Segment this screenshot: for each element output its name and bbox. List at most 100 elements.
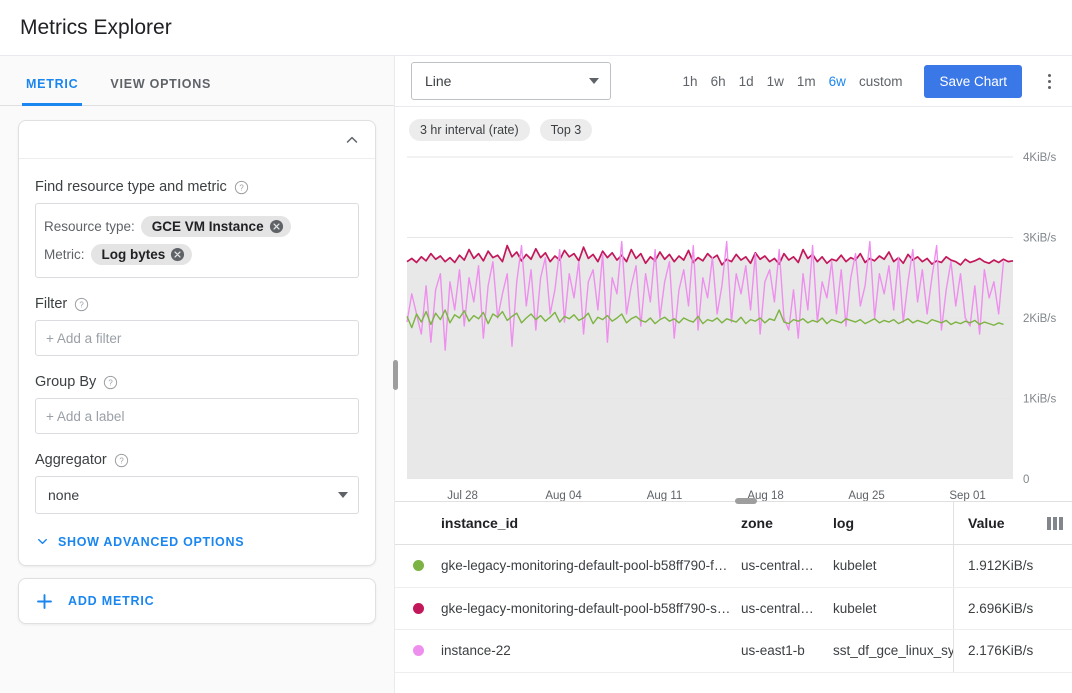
series-color-dot — [412, 645, 424, 657]
metric-chip-label: Log bytes — [101, 246, 166, 262]
chart-area[interactable]: 0 1KiB/s 2KiB/s 3KiB/s 4KiB/s Jul 28 Aug 04 Aug… — [395, 149, 1072, 501]
header-zone[interactable]: zone — [741, 515, 833, 531]
chart-type-value: Line — [425, 73, 452, 89]
add-metric-label: ADD METRIC — [68, 594, 155, 608]
range-1d[interactable]: 1d — [739, 74, 754, 89]
filter-input[interactable]: + Add a filter — [35, 320, 359, 356]
aggregator-select[interactable]: none — [35, 476, 359, 514]
table-header-row: instance_id zone log Value — [395, 502, 1072, 545]
resource-type-key: Resource type: — [44, 218, 135, 234]
chart-table-divider — [395, 498, 1072, 504]
cell-value: 2.176KiB/s — [953, 630, 1038, 672]
chart-toolbar: Line 1h 6h 1d 1w 1m 6w custom Save Chart — [395, 56, 1072, 107]
chart-type-select[interactable]: Line — [411, 62, 611, 100]
group-by-label: Group By — [35, 374, 97, 390]
cell-zone: us-central… — [741, 600, 814, 616]
find-resource-label-row: Find resource type and metric ? — [35, 179, 359, 195]
svg-text:1KiB/s: 1KiB/s — [1023, 394, 1056, 406]
resource-type-row: Resource type: GCE VM Instance — [44, 213, 350, 239]
resource-type-chip[interactable]: GCE VM Instance — [140, 215, 291, 237]
add-metric-button[interactable]: ADD METRIC — [18, 578, 376, 624]
table-body: gke-legacy-monitoring-default-pool-b58ff… — [395, 545, 1072, 673]
svg-text:?: ? — [80, 300, 85, 309]
cell-log: kubelet — [833, 600, 877, 616]
badge-interval: 3 hr interval (rate) — [409, 119, 530, 141]
right-chart-panel: Line 1h 6h 1d 1w 1m 6w custom Save Chart… — [395, 56, 1072, 693]
column-settings-icon[interactable] — [1038, 516, 1072, 530]
close-icon[interactable] — [170, 247, 185, 262]
range-6w[interactable]: 6w — [829, 74, 846, 89]
time-range-selector: 1h 6h 1d 1w 1m 6w custom — [683, 74, 903, 89]
help-icon[interactable]: ? — [74, 297, 89, 312]
table-row[interactable]: instance-22 us-east1-b sst_df_gce_linux_sy… — [395, 630, 1072, 673]
group-by-placeholder: + Add a label — [46, 408, 125, 424]
header-log[interactable]: log — [833, 515, 953, 531]
metric-chip[interactable]: Log bytes — [90, 243, 193, 265]
more-options-icon[interactable] — [1038, 67, 1060, 95]
svg-text:3KiB/s: 3KiB/s — [1023, 233, 1056, 245]
range-1w[interactable]: 1w — [767, 74, 784, 89]
svg-text:0: 0 — [1023, 474, 1029, 486]
cell-zone: us-central… — [741, 558, 814, 574]
metrics-explorer-app: Metrics Explorer METRIC VIEW OPTIONS Fin… — [0, 0, 1072, 693]
chart-resize-handle[interactable] — [735, 498, 757, 504]
table-row[interactable]: gke-legacy-monitoring-default-pool-b58ff… — [395, 587, 1072, 630]
series-table: instance_id zone log Value gke-legacy-mo… — [395, 502, 1072, 693]
series-color-dot — [412, 602, 424, 614]
filter-label: Filter — [35, 296, 68, 312]
cell-instance-id: instance-22 — [441, 643, 511, 659]
tab-view-options[interactable]: VIEW OPTIONS — [94, 77, 227, 105]
cell-value: 1.912KiB/s — [953, 545, 1038, 587]
svg-text:Aug 04: Aug 04 — [545, 490, 582, 501]
cell-value: 2.696KiB/s — [953, 587, 1038, 629]
svg-text:Jul 28: Jul 28 — [447, 490, 478, 501]
panel-resize-handle[interactable] — [393, 359, 398, 390]
group-by-input[interactable]: + Add a label — [35, 398, 359, 434]
aggregator-label-row: Aggregator ? — [35, 452, 359, 468]
table-row[interactable]: gke-legacy-monitoring-default-pool-b58ff… — [395, 545, 1072, 588]
resource-type-chip-label: GCE VM Instance — [151, 218, 264, 234]
chevron-up-icon[interactable] — [343, 131, 361, 149]
help-icon[interactable]: ? — [103, 375, 118, 390]
svg-text:Aug 25: Aug 25 — [848, 490, 884, 501]
svg-text:4KiB/s: 4KiB/s — [1023, 152, 1056, 164]
save-chart-button[interactable]: Save Chart — [924, 64, 1022, 98]
metric-card: Find resource type and metric ? Resource… — [18, 120, 376, 566]
filter-label-row: Filter ? — [35, 296, 359, 312]
help-icon[interactable]: ? — [234, 180, 249, 195]
range-1h[interactable]: 1h — [683, 74, 698, 89]
series-color-cell — [395, 645, 441, 657]
page-title: Metrics Explorer — [20, 15, 172, 39]
body-split: METRIC VIEW OPTIONS Find resource type a… — [0, 56, 1072, 693]
metric-card-header — [19, 121, 375, 159]
tab-metric[interactable]: METRIC — [10, 77, 94, 106]
resource-metric-box[interactable]: Resource type: GCE VM Instance Metric: L… — [35, 203, 359, 278]
find-resource-label: Find resource type and metric — [35, 179, 227, 195]
aggregator-label: Aggregator — [35, 452, 107, 468]
cell-log: kubelet — [833, 558, 877, 574]
range-1m[interactable]: 1m — [797, 74, 816, 89]
svg-text:?: ? — [109, 378, 114, 387]
range-custom[interactable]: custom — [859, 74, 903, 89]
header-instance-id[interactable]: instance_id — [441, 515, 741, 531]
chart-badges: 3 hr interval (rate) Top 3 — [395, 107, 1072, 149]
badge-top: Top 3 — [539, 119, 593, 141]
filter-placeholder: + Add a filter — [46, 330, 122, 346]
metric-card-body: Find resource type and metric ? Resource… — [19, 159, 375, 565]
range-6h[interactable]: 6h — [711, 74, 726, 89]
aggregator-value: none — [48, 487, 80, 503]
show-advanced-options-label: SHOW ADVANCED OPTIONS — [58, 534, 245, 549]
config-tabs: METRIC VIEW OPTIONS — [0, 56, 394, 106]
plus-icon — [35, 592, 54, 611]
svg-text:2KiB/s: 2KiB/s — [1023, 313, 1056, 325]
group-by-label-row: Group By ? — [35, 374, 359, 390]
left-config-panel: METRIC VIEW OPTIONS Find resource type a… — [0, 56, 398, 693]
close-icon[interactable] — [269, 219, 284, 234]
series-color-cell — [395, 560, 441, 572]
header-value[interactable]: Value — [953, 502, 1038, 544]
show-advanced-options-link[interactable]: SHOW ADVANCED OPTIONS — [35, 534, 359, 549]
help-icon[interactable]: ? — [114, 453, 129, 468]
chevron-down-icon — [338, 492, 348, 498]
metric-row: Metric: Log bytes — [44, 241, 350, 267]
svg-text:Sep 01: Sep 01 — [949, 490, 985, 501]
